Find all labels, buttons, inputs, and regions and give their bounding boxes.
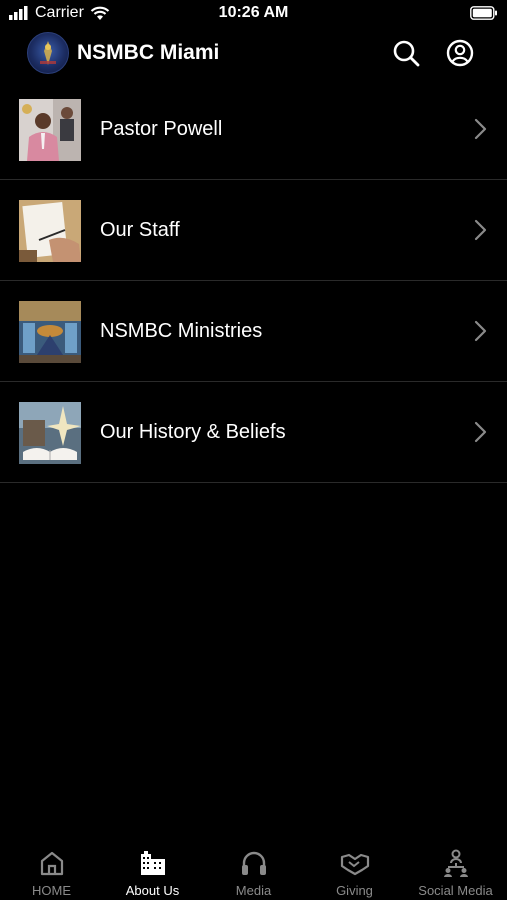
bottom-tab-bar: HOME About Us Media Giving Social Media [0, 840, 507, 900]
list-item-our-staff[interactable]: Our Staff [0, 180, 507, 281]
app-title: NSMBC Miami [77, 41, 220, 64]
building-icon [141, 851, 165, 875]
about-list: Pastor Powell Our Staff NSMBC Ministries… [0, 79, 507, 483]
status-bar: Carrier 10:26 AM [0, 0, 507, 28]
list-item-label: Our History & Beliefs [100, 421, 286, 443]
headphones-icon [242, 851, 266, 875]
app-header: NSMBC Miami [0, 28, 507, 78]
chevron-right-icon [474, 421, 487, 443]
list-item-pastor-powell[interactable]: Pastor Powell [0, 79, 507, 180]
battery-icon [470, 6, 497, 20]
logo-emblem-icon [40, 41, 56, 65]
list-item-nsmbc-ministries[interactable]: NSMBC Ministries [0, 281, 507, 382]
status-time: 10:26 AM [218, 4, 289, 21]
tab-giving[interactable]: Giving [304, 840, 405, 900]
tab-label: Giving [336, 883, 373, 898]
people-icon [444, 849, 468, 877]
home-icon [40, 851, 64, 876]
tab-label: About Us [125, 883, 180, 898]
list-item-history-beliefs[interactable]: Our History & Beliefs [0, 382, 507, 483]
chevron-right-icon [474, 219, 487, 241]
profile-icon[interactable] [445, 38, 475, 68]
church-logo[interactable] [27, 32, 69, 74]
list-item-label: NSMBC Ministries [100, 320, 263, 342]
search-icon[interactable] [391, 38, 421, 68]
tab-label: Media [235, 883, 272, 898]
tab-social-media[interactable]: Social Media [405, 840, 506, 900]
ministries-thumbnail [19, 301, 81, 363]
handshake-icon [340, 853, 370, 876]
tab-home[interactable]: HOME [1, 840, 102, 900]
list-item-label: Pastor Powell [100, 118, 223, 140]
chevron-right-icon [474, 320, 487, 342]
tab-media[interactable]: Media [203, 840, 304, 900]
list-item-label: Our Staff [100, 219, 180, 241]
pastor-thumbnail [19, 99, 81, 161]
tab-about-us[interactable]: About Us [102, 840, 203, 900]
history-thumbnail [19, 402, 81, 464]
tab-label: HOME [32, 883, 71, 898]
chevron-right-icon [474, 118, 487, 140]
staff-thumbnail [19, 200, 81, 262]
tab-label: Social Media [418, 883, 493, 898]
